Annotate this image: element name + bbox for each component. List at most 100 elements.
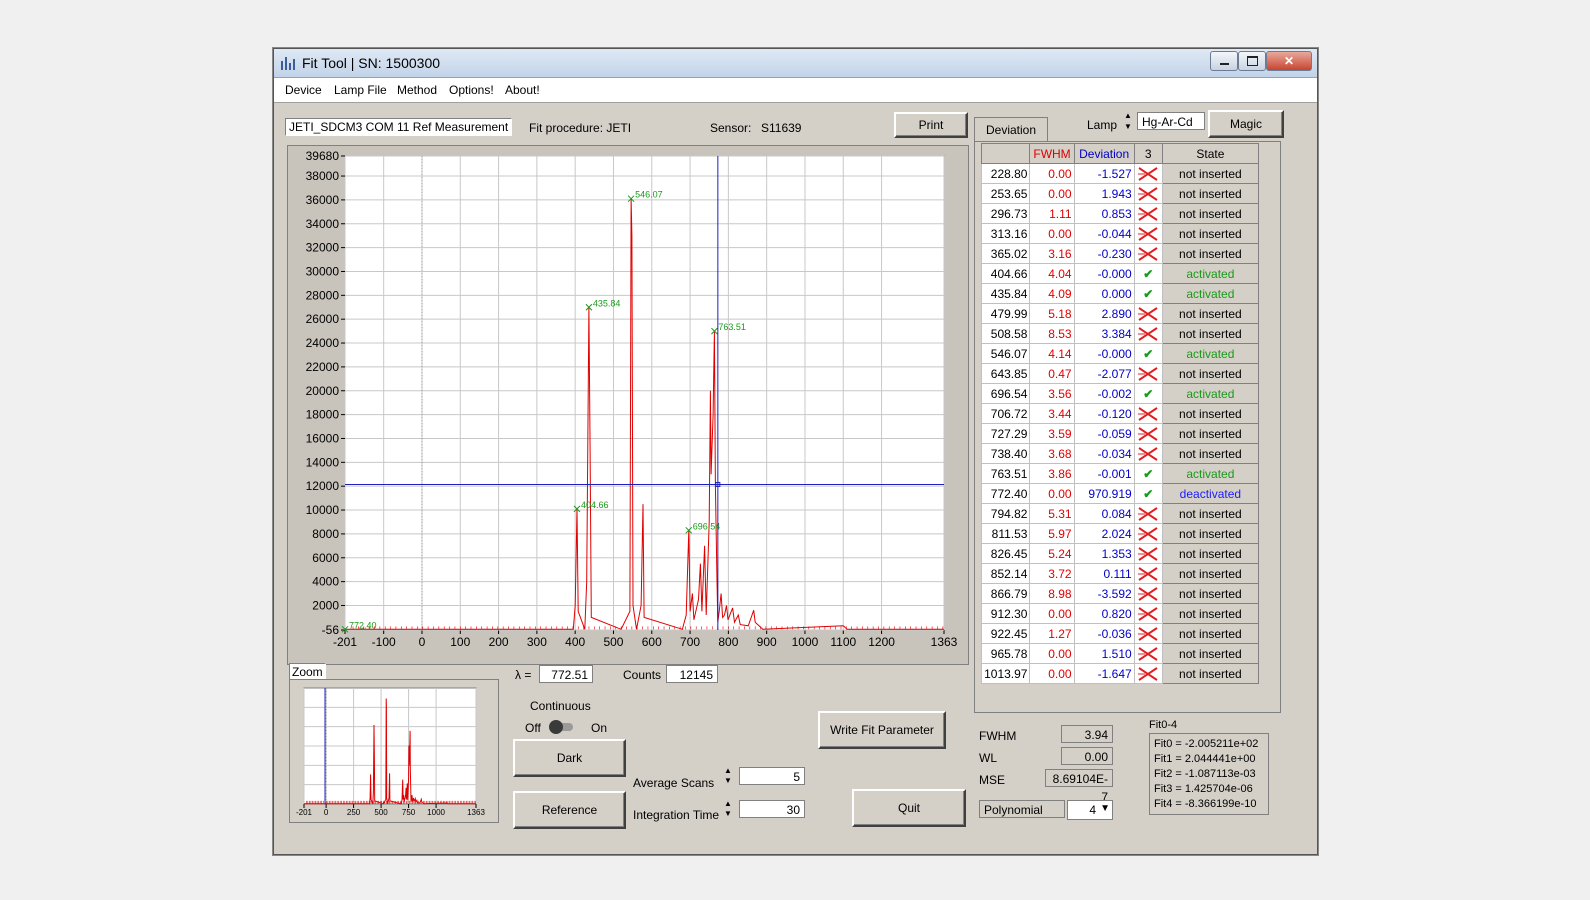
status-cell[interactable] bbox=[1133, 443, 1163, 464]
table-row[interactable]: 811.53 5.97 2.024 not inserted bbox=[980, 523, 1260, 544]
state-cell[interactable]: not inserted bbox=[1161, 583, 1260, 604]
status-cell[interactable] bbox=[1133, 643, 1163, 664]
cross-icon[interactable] bbox=[1137, 367, 1159, 381]
table-row[interactable]: 852.14 3.72 0.111 not inserted bbox=[980, 563, 1260, 584]
status-cell[interactable] bbox=[1133, 203, 1163, 224]
state-cell[interactable]: not inserted bbox=[1161, 203, 1260, 224]
status-cell[interactable] bbox=[1133, 583, 1163, 604]
state-cell[interactable]: not inserted bbox=[1161, 443, 1260, 464]
table-row[interactable]: 866.79 8.98 -3.592 not inserted bbox=[980, 583, 1260, 604]
average-scans-spinner[interactable]: ▲ ▼ bbox=[724, 766, 734, 786]
table-row[interactable]: 508.58 8.53 3.384 not inserted bbox=[980, 323, 1260, 344]
status-cell[interactable]: ✔ bbox=[1133, 383, 1163, 404]
cross-icon[interactable] bbox=[1137, 567, 1159, 581]
state-cell[interactable]: not inserted bbox=[1161, 223, 1260, 244]
cross-icon[interactable] bbox=[1137, 307, 1159, 321]
status-cell[interactable] bbox=[1133, 403, 1163, 424]
status-cell[interactable] bbox=[1133, 623, 1163, 644]
table-row[interactable]: 296.73 1.11 0.853 not inserted bbox=[980, 203, 1260, 224]
status-cell[interactable] bbox=[1133, 323, 1163, 344]
spin-up-icon[interactable]: ▲ bbox=[1124, 111, 1132, 120]
lamp-spinner[interactable]: ▲ ▼ bbox=[1124, 111, 1134, 133]
state-cell[interactable]: not inserted bbox=[1161, 183, 1260, 204]
minimize-button[interactable] bbox=[1210, 51, 1238, 71]
state-cell[interactable]: not inserted bbox=[1161, 663, 1260, 684]
state-cell[interactable]: not inserted bbox=[1161, 323, 1260, 344]
state-cell[interactable]: deactivated bbox=[1161, 483, 1260, 504]
check-icon[interactable]: ✔ bbox=[1143, 267, 1153, 281]
status-cell[interactable]: ✔ bbox=[1133, 343, 1163, 364]
check-icon[interactable]: ✔ bbox=[1143, 467, 1153, 481]
menu-about[interactable]: About! bbox=[505, 83, 540, 97]
magic-button[interactable]: Magic bbox=[1208, 110, 1284, 138]
spin-down-icon[interactable]: ▼ bbox=[1124, 122, 1132, 131]
cross-icon[interactable] bbox=[1137, 167, 1159, 181]
state-cell[interactable]: not inserted bbox=[1161, 503, 1260, 524]
table-row[interactable]: 404.66 4.04 -0.000 ✔ activated bbox=[980, 263, 1260, 284]
table-row[interactable]: 738.40 3.68 -0.034 not inserted bbox=[980, 443, 1260, 464]
cross-icon[interactable] bbox=[1137, 607, 1159, 621]
state-cell[interactable]: not inserted bbox=[1161, 363, 1260, 384]
cross-icon[interactable] bbox=[1137, 187, 1159, 201]
state-cell[interactable]: not inserted bbox=[1161, 543, 1260, 564]
cross-icon[interactable] bbox=[1137, 327, 1159, 341]
status-cell[interactable]: ✔ bbox=[1133, 463, 1163, 484]
cross-icon[interactable] bbox=[1137, 427, 1159, 441]
status-cell[interactable]: ✔ bbox=[1133, 263, 1163, 284]
menu-method[interactable]: Method bbox=[397, 83, 437, 97]
continuous-toggle[interactable] bbox=[547, 719, 577, 735]
table-row[interactable]: 253.65 0.00 1.943 not inserted bbox=[980, 183, 1260, 204]
status-cell[interactable] bbox=[1133, 603, 1163, 624]
status-cell[interactable] bbox=[1133, 303, 1163, 324]
status-cell[interactable] bbox=[1133, 223, 1163, 244]
print-button[interactable]: Print bbox=[894, 112, 968, 138]
lambda-field[interactable]: 772.51 bbox=[539, 665, 593, 683]
cross-icon[interactable] bbox=[1137, 507, 1159, 521]
cross-icon[interactable] bbox=[1137, 447, 1159, 461]
menu-options[interactable]: Options! bbox=[449, 83, 494, 97]
zoom-panel[interactable]: -201 0 250 500 750 1000 1363 bbox=[289, 679, 499, 823]
status-cell[interactable] bbox=[1133, 563, 1163, 584]
table-row[interactable]: 546.07 4.14 -0.000 ✔ activated bbox=[980, 343, 1260, 364]
spin-up-icon[interactable]: ▲ bbox=[724, 766, 732, 775]
status-cell[interactable] bbox=[1133, 243, 1163, 264]
check-icon[interactable]: ✔ bbox=[1143, 287, 1153, 301]
table-row[interactable]: 706.72 3.44 -0.120 not inserted bbox=[980, 403, 1260, 424]
cross-icon[interactable] bbox=[1137, 627, 1159, 641]
spectrum-chart[interactable]: -201 -100 0 100 200 300 400 500 600 700 800 900 1000… bbox=[288, 146, 968, 664]
table-row[interactable]: 763.51 3.86 -0.001 ✔ activated bbox=[980, 463, 1260, 484]
state-cell[interactable]: activated bbox=[1161, 383, 1260, 404]
chevron-down-icon[interactable]: ▼ bbox=[1100, 803, 1110, 814]
menu-device[interactable]: Device bbox=[285, 83, 322, 97]
close-button[interactable]: ✕ bbox=[1266, 51, 1312, 71]
table-row[interactable]: 313.16 0.00 -0.044 not inserted bbox=[980, 223, 1260, 244]
state-cell[interactable]: not inserted bbox=[1161, 563, 1260, 584]
counts-field[interactable]: 12145 bbox=[666, 665, 718, 683]
state-cell[interactable]: activated bbox=[1161, 283, 1260, 304]
fit-method-field[interactable]: Polynomial bbox=[979, 800, 1065, 818]
state-cell[interactable]: not inserted bbox=[1161, 423, 1260, 444]
spin-down-icon[interactable]: ▼ bbox=[724, 809, 732, 818]
status-cell[interactable]: ✔ bbox=[1133, 483, 1163, 504]
cross-icon[interactable] bbox=[1137, 207, 1159, 221]
table-row[interactable]: 922.45 1.27 -0.036 not inserted bbox=[980, 623, 1260, 644]
cross-icon[interactable] bbox=[1137, 587, 1159, 601]
status-cell[interactable] bbox=[1133, 163, 1163, 184]
state-cell[interactable]: not inserted bbox=[1161, 403, 1260, 424]
state-cell[interactable]: not inserted bbox=[1161, 643, 1260, 664]
integration-time-field[interactable]: 30 bbox=[739, 800, 805, 818]
spectrum-plot[interactable]: -201 -100 0 100 200 300 400 500 600 700 800 900 1000… bbox=[287, 145, 969, 665]
state-cell[interactable]: not inserted bbox=[1161, 163, 1260, 184]
cross-icon[interactable] bbox=[1137, 407, 1159, 421]
state-cell[interactable]: not inserted bbox=[1161, 243, 1260, 264]
spin-down-icon[interactable]: ▼ bbox=[724, 776, 732, 785]
table-row[interactable]: 965.78 0.00 1.510 not inserted bbox=[980, 643, 1260, 664]
menu-lamp-file[interactable]: Lamp File bbox=[334, 83, 387, 97]
status-cell[interactable] bbox=[1133, 663, 1163, 684]
state-cell[interactable]: activated bbox=[1161, 463, 1260, 484]
state-cell[interactable]: not inserted bbox=[1161, 303, 1260, 324]
cross-icon[interactable] bbox=[1137, 247, 1159, 261]
cross-icon[interactable] bbox=[1137, 527, 1159, 541]
lamp-field[interactable]: Hg-Ar-Cd bbox=[1137, 112, 1205, 130]
table-row[interactable]: 479.99 5.18 2.890 not inserted bbox=[980, 303, 1260, 324]
